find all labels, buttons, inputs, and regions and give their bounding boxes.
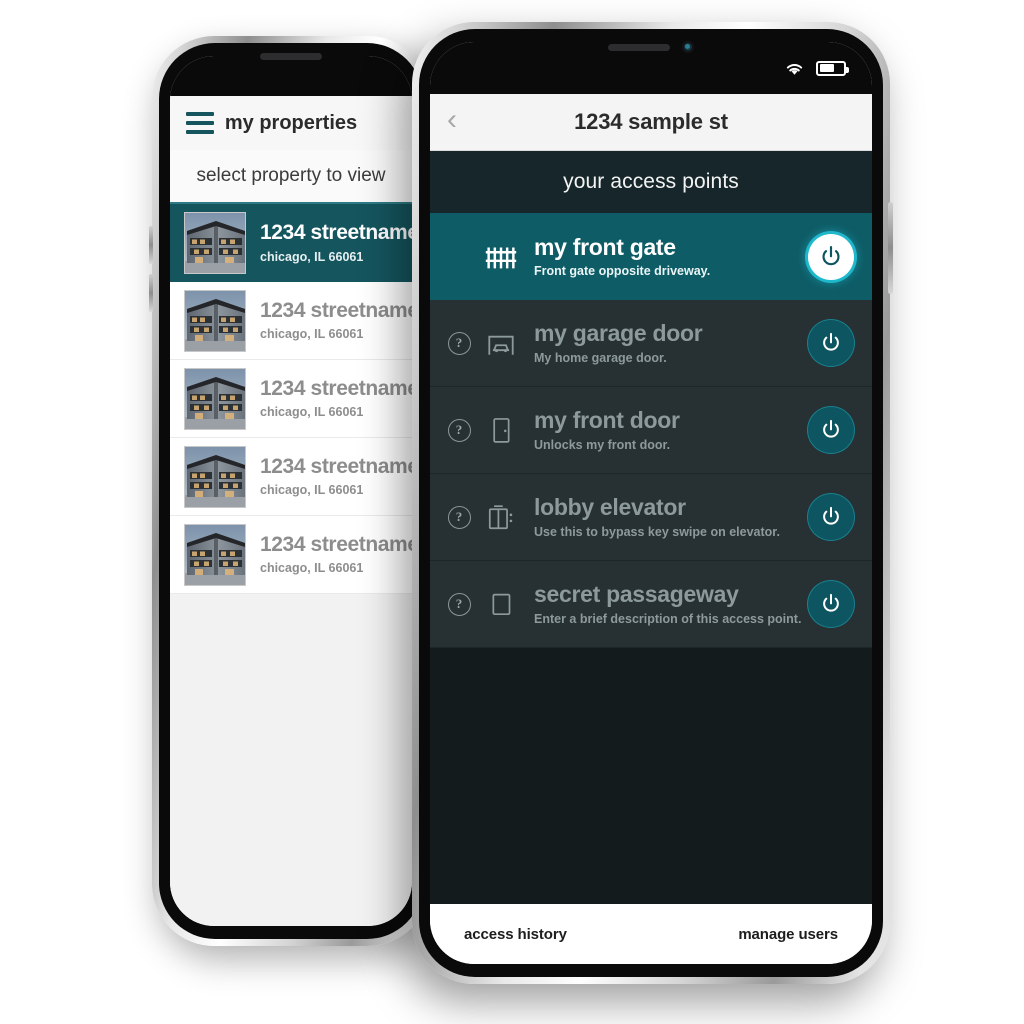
- access-point-text: my front door Unlocks my front door.: [528, 408, 808, 451]
- access-point-list: my front gate Front gate opposite drivew…: [430, 213, 872, 648]
- volume-up-side-button-back[interactable]: [149, 226, 153, 264]
- door-icon: [474, 413, 528, 447]
- access-point-name: my front door: [534, 407, 680, 434]
- front-camera-icon: [682, 41, 694, 53]
- property-text: 1234 streetname chicago, IL 66061: [246, 221, 412, 264]
- page-title: 1234 sample st: [574, 109, 728, 134]
- back-phone-device: my properties select property to view 12…: [149, 36, 433, 946]
- property-address: chicago, IL 66061: [260, 249, 364, 264]
- access-point-name: secret passageway: [534, 581, 739, 608]
- back-empty-area: [170, 594, 412, 926]
- back-phone-screen: my properties select property to view 12…: [170, 56, 412, 926]
- power-side-button-front[interactable]: [888, 202, 893, 294]
- back-app-header: my properties: [170, 96, 412, 150]
- front-phone-bezel: ‹ 1234 sample st your access points my f…: [419, 29, 883, 977]
- gate-fence-icon: [474, 238, 528, 276]
- property-list-item[interactable]: 1234 streetname chicago, IL 66061: [170, 516, 412, 594]
- back-phone-notch: [229, 43, 353, 69]
- tab-manage-users[interactable]: manage users: [738, 926, 838, 943]
- property-list-item[interactable]: 1234 streetname chicago, IL 66061: [170, 204, 412, 282]
- garage-door-icon: [474, 325, 528, 361]
- question-mark-icon[interactable]: ?: [444, 418, 474, 442]
- front-phone-notch: [548, 29, 754, 65]
- power-toggle-button[interactable]: [808, 407, 854, 453]
- access-point-name: lobby elevator: [534, 494, 686, 521]
- property-text: 1234 streetname chicago, IL 66061: [246, 376, 412, 420]
- property-name: 1234 streetname: [260, 221, 412, 245]
- chevron-left-icon[interactable]: ‹: [430, 105, 474, 139]
- question-mark-icon[interactable]: ?: [444, 592, 474, 616]
- property-name: 1234 streetname: [260, 454, 412, 478]
- access-point-row[interactable]: my front gate Front gate opposite drivew…: [430, 213, 872, 300]
- property-address: chicago, IL 66061: [260, 483, 364, 498]
- power-toggle-button[interactable]: [808, 233, 854, 280]
- access-point-text: lobby elevator Use this to bypass key sw…: [528, 495, 808, 538]
- hamburger-menu-icon[interactable]: [186, 112, 214, 134]
- access-point-text: secret passageway Enter a brief descript…: [528, 582, 808, 625]
- power-toggle-button[interactable]: [808, 581, 854, 627]
- property-text: 1234 streetname chicago, IL 66061: [246, 298, 412, 342]
- wifi-icon: [784, 61, 805, 76]
- back-phone-bezel: my properties select property to view 12…: [159, 43, 423, 939]
- back-subheader: select property to view: [170, 150, 412, 204]
- property-address: chicago, IL 66061: [260, 561, 364, 576]
- property-list: 1234 streetname chicago, IL 66061 1234 s…: [170, 204, 412, 594]
- earpiece-speaker-icon: [260, 52, 322, 60]
- access-point-row[interactable]: ? lobby elevator Use this to bypass key …: [430, 474, 872, 561]
- access-point-description: Unlocks my front door.: [534, 437, 671, 452]
- bottom-tab-bar: access history manage users: [430, 904, 872, 964]
- property-address: chicago, IL 66061: [260, 327, 364, 342]
- access-point-name: my garage door: [534, 320, 703, 347]
- access-point-row[interactable]: ? my garage door My home garage door.: [430, 300, 872, 387]
- property-thumbnail: [184, 289, 246, 352]
- nav-header: ‹ 1234 sample st: [430, 94, 872, 151]
- access-point-description: Front gate opposite driveway.: [534, 264, 711, 279]
- property-text: 1234 streetname chicago, IL 66061: [246, 454, 412, 498]
- access-point-text: my garage door My home garage door.: [528, 321, 808, 364]
- property-address: chicago, IL 66061: [260, 405, 364, 420]
- property-name: 1234 streetname: [260, 298, 412, 322]
- access-point-name: my front gate: [534, 233, 676, 260]
- section-header: your access points: [430, 151, 872, 213]
- property-list-item[interactable]: 1234 streetname chicago, IL 66061: [170, 360, 412, 438]
- property-text: 1234 streetname chicago, IL 66061: [246, 532, 412, 576]
- tab-access-history[interactable]: access history: [464, 926, 567, 943]
- power-toggle-button[interactable]: [808, 320, 854, 366]
- property-list-item[interactable]: 1234 streetname chicago, IL 66061: [170, 438, 412, 516]
- property-name: 1234 streetname: [260, 376, 412, 400]
- access-point-row[interactable]: ? secret passageway Enter a brief descri…: [430, 561, 872, 648]
- access-point-row[interactable]: ? my front door Unlocks my front door.: [430, 387, 872, 474]
- access-point-description: My home garage door.: [534, 350, 667, 365]
- property-list-item[interactable]: 1234 streetname chicago, IL 66061: [170, 282, 412, 360]
- volume-down-side-button-back[interactable]: [149, 274, 153, 312]
- front-phone-device: ‹ 1234 sample st your access points my f…: [412, 22, 893, 984]
- empty-content-area: [430, 648, 872, 904]
- access-point-description: Enter a brief description of this access…: [534, 611, 802, 626]
- access-point-description: Use this to bypass key swipe on elevator…: [534, 524, 780, 539]
- power-toggle-button[interactable]: [808, 494, 854, 540]
- property-thumbnail: [184, 445, 246, 508]
- section-header-label: your access points: [563, 170, 739, 193]
- property-name: 1234 streetname: [260, 532, 412, 556]
- question-mark-icon[interactable]: ?: [444, 505, 474, 529]
- battery-icon: [816, 60, 849, 76]
- elevator-icon: [474, 499, 528, 535]
- earpiece-speaker-icon: [608, 43, 670, 51]
- blank-square-icon: [474, 587, 528, 621]
- property-thumbnail: [184, 523, 246, 586]
- property-thumbnail: [184, 212, 246, 274]
- screenshot-canvas: my properties select property to view 12…: [0, 0, 1024, 1024]
- question-mark-icon[interactable]: ?: [444, 331, 474, 355]
- property-thumbnail: [184, 367, 246, 430]
- access-point-text: my front gate Front gate opposite drivew…: [528, 235, 808, 278]
- front-phone-screen: ‹ 1234 sample st your access points my f…: [430, 42, 872, 964]
